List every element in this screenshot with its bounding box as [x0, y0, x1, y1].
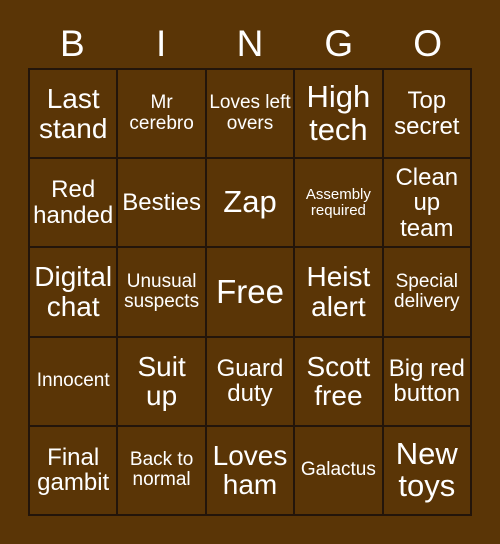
bingo-cell[interactable]: Special delivery [383, 248, 472, 338]
bingo-header-letter-b: B [60, 22, 85, 64]
bingo-cell-label: Heist alert [306, 261, 371, 322]
bingo-cell[interactable]: Big red button [383, 337, 472, 427]
bingo-cell[interactable]: Zap [206, 159, 296, 249]
bingo-cell-label: High tech [306, 78, 371, 147]
bingo-header-letter-g: G [324, 22, 354, 64]
bingo-header-letter-i: I [156, 22, 167, 64]
bingo-cell-label: Assembly required [305, 185, 371, 219]
bingo-cell-label: Big red button [388, 354, 465, 408]
bingo-cell[interactable]: Top secret [383, 70, 472, 160]
bingo-cell[interactable]: Heist alert [295, 248, 384, 338]
bingo-cell-label: Free [216, 272, 284, 310]
bingo-cell-label: Back to normal [129, 449, 194, 491]
bingo-cell[interactable]: Loves left overs [206, 70, 296, 160]
bingo-cell-label: Loves ham [212, 439, 288, 501]
bingo-header-letter-o: O [413, 22, 442, 64]
bingo-cell-label: Red handed [33, 176, 114, 229]
bingo-cell[interactable]: Back to normal [118, 426, 207, 516]
bingo-cell[interactable]: Last stand [30, 70, 119, 160]
bingo-cell-label: Unusual suspects [124, 270, 200, 312]
bingo-cell-label: Besties [122, 189, 201, 217]
bingo-cell-label: Guard duty [216, 354, 284, 408]
bingo-cell-label: Innocent [36, 370, 110, 392]
bingo-cell-label: Last stand [38, 82, 108, 144]
bingo-cell[interactable]: Innocent [30, 337, 119, 427]
bingo-cell-label: Mr cerebro [129, 92, 194, 134]
bingo-header: BINGO [28, 18, 472, 68]
bingo-cell[interactable]: Unusual suspects [118, 248, 207, 338]
bingo-card: B I N G O Last stand Mr cerebro Loves left ove… [0, 0, 500, 544]
bingo-cell-label: Special delivery [394, 270, 460, 312]
bingo-cell-label: Scott free [306, 350, 371, 412]
bingo-cell-label: Clean up team [395, 163, 459, 242]
bingo-cell[interactable]: Galactus [295, 426, 384, 516]
bingo-header-letter-n: N [236, 22, 264, 64]
bingo-cell[interactable]: Suit up [118, 337, 207, 427]
bingo-cell[interactable]: Besties [118, 159, 207, 249]
bingo-cell[interactable]: Mr cerebro [118, 70, 207, 160]
bingo-cell[interactable]: Scott free [295, 337, 384, 427]
bingo-cell-label: Top secret [394, 87, 460, 140]
bingo-cell-label: Zap [223, 184, 277, 220]
bingo-cell[interactable]: Digital chat [30, 248, 119, 338]
bingo-grid: Last stand Mr cerebro Loves left overs High… [28, 68, 472, 516]
bingo-cell-label: Final gambit [37, 443, 110, 497]
bingo-cell-label: New toys [395, 435, 458, 504]
bingo-cell-label: Loves left overs [209, 92, 291, 134]
bingo-cell[interactable]: New toys [383, 426, 472, 516]
bingo-cell-label: Galactus [300, 459, 376, 481]
bingo-cell[interactable]: Assembly required [295, 159, 384, 249]
bingo-cell[interactable]: Free [206, 248, 296, 338]
bingo-cell[interactable]: Final gambit [30, 426, 119, 516]
bingo-cell[interactable]: Guard duty [206, 337, 296, 427]
bingo-cell[interactable]: Clean up team [383, 159, 472, 249]
bingo-cell-label: Digital chat [34, 261, 113, 322]
bingo-cell-label: Suit up [137, 350, 186, 412]
bingo-cell[interactable]: High tech [295, 70, 384, 160]
bingo-cell[interactable]: Red handed [30, 159, 119, 249]
bingo-cell[interactable]: Loves ham [206, 426, 296, 516]
